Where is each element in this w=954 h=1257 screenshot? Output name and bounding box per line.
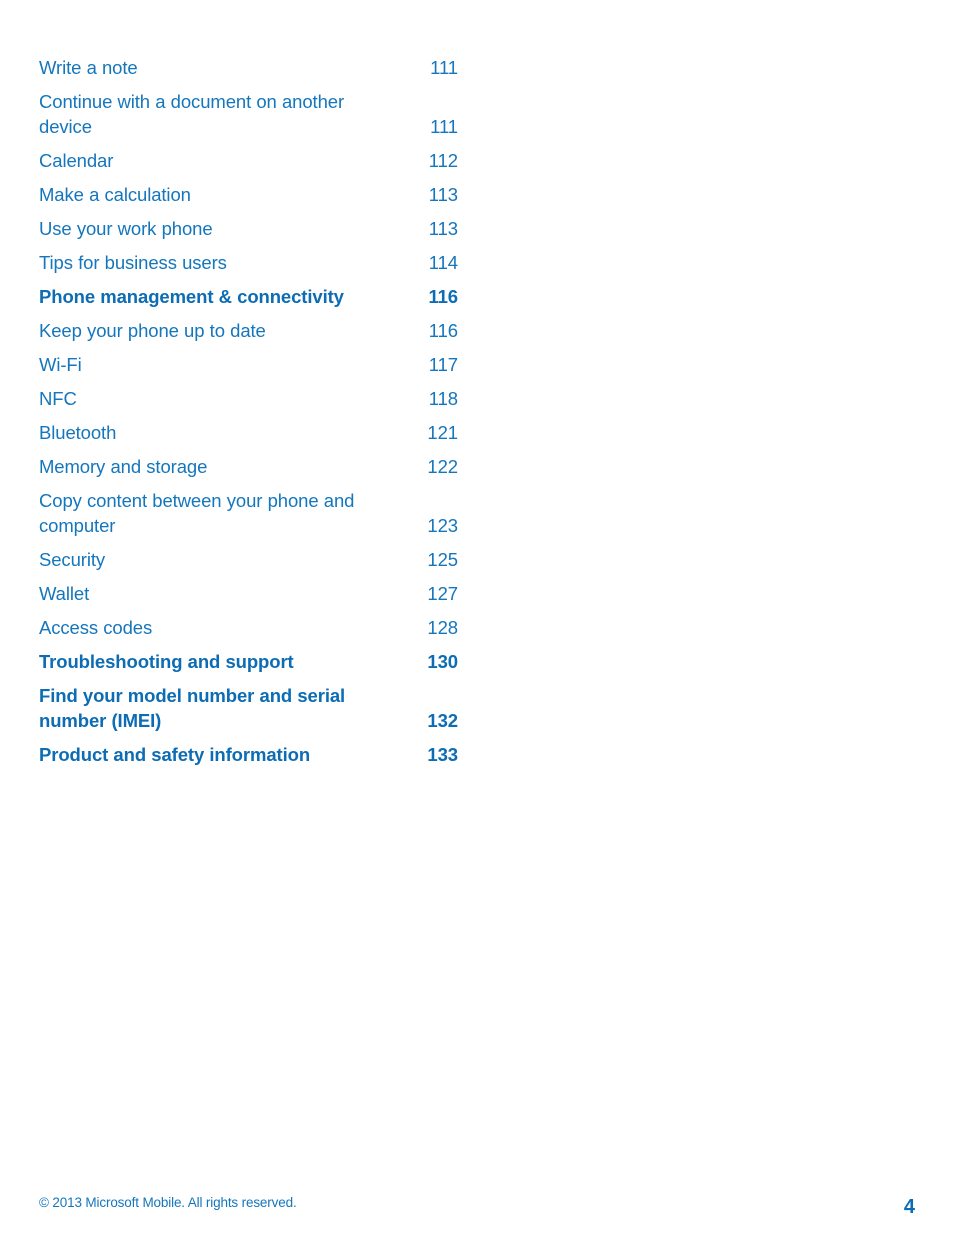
- toc-entry-title: Security: [39, 549, 106, 570]
- toc-entry-title: Wallet: [39, 583, 90, 604]
- toc-entry-title: Copy content between your phone and comp…: [39, 490, 355, 536]
- toc-entry[interactable]: Wallet 127: [39, 581, 458, 606]
- toc-entry-page-number: 116: [428, 320, 458, 341]
- toc-entry[interactable]: Keep your phone up to date 116: [39, 318, 458, 343]
- toc-entry[interactable]: Continue with a document on another devi…: [39, 89, 458, 139]
- toc-entry[interactable]: Security 125: [39, 547, 458, 572]
- toc-entry[interactable]: Bluetooth 121: [39, 420, 458, 445]
- toc-entry-page-number: 130: [427, 651, 458, 672]
- page-number: 4: [903, 1196, 915, 1218]
- table-of-contents: Write a note 111 Continue with a document …: [39, 55, 458, 776]
- toc-entry-title: Tips for business users: [39, 252, 227, 273]
- toc-entry[interactable]: Wi-Fi 117: [39, 352, 458, 377]
- toc-entry[interactable]: Access codes 128: [39, 615, 458, 640]
- toc-entry-title: Find your model number and serial number…: [39, 685, 346, 731]
- toc-entry-title: Bluetooth: [39, 422, 117, 443]
- toc-entry[interactable]: Tips for business users 114: [39, 250, 458, 275]
- toc-entry[interactable]: NFC 118: [39, 386, 458, 411]
- toc-entry[interactable]: Find your model number and serial number…: [39, 683, 458, 733]
- toc-entry-page-number: 123: [427, 515, 458, 536]
- toc-entry[interactable]: Memory and storage 122: [39, 454, 458, 479]
- toc-entry[interactable]: Product and safety information 133: [39, 742, 458, 767]
- toc-entry[interactable]: Write a note 111: [39, 55, 458, 80]
- page-footer: © 2013 Microsoft Mobile. All rights rese…: [39, 1191, 915, 1217]
- toc-entry-page-number: 132: [427, 710, 458, 731]
- toc-entry-title: Write a note: [39, 57, 138, 78]
- toc-entry[interactable]: Troubleshooting and support 130: [39, 649, 458, 674]
- toc-entry-title: Wi-Fi: [39, 354, 82, 375]
- toc-entry-title: Access codes: [39, 617, 153, 638]
- toc-entry-title: Phone management & connectivity: [39, 286, 344, 307]
- toc-entry[interactable]: Copy content between your phone and comp…: [39, 488, 458, 538]
- toc-entry-page-number: 116: [428, 286, 458, 307]
- toc-entry-title: Use your work phone: [39, 218, 213, 239]
- toc-entry-page-number: 117: [428, 354, 458, 375]
- toc-entry[interactable]: Calendar 112: [39, 148, 458, 173]
- toc-entry-title: Memory and storage: [39, 456, 208, 477]
- toc-entry-title: Troubleshooting and support: [39, 651, 294, 672]
- toc-entry-page-number: 114: [428, 252, 458, 273]
- toc-entry-title: Product and safety information: [39, 744, 311, 765]
- toc-entry-page-number: 121: [427, 422, 458, 443]
- toc-entry-title: Make a calculation: [39, 184, 191, 205]
- copyright-notice: © 2013 Microsoft Mobile. All rights rese…: [39, 1195, 297, 1210]
- toc-entry-page-number: 133: [427, 744, 458, 765]
- toc-entry-page-number: 118: [428, 388, 458, 409]
- toc-entry-page-number: 113: [428, 184, 458, 205]
- toc-entry-page-number: 111: [430, 116, 458, 137]
- toc-entry-title: Keep your phone up to date: [39, 320, 266, 341]
- toc-entry-page-number: 112: [428, 150, 458, 171]
- toc-entry-title: Continue with a document on another devi…: [39, 91, 345, 137]
- toc-entry[interactable]: Make a calculation 113: [39, 182, 458, 207]
- toc-entry-page-number: 122: [427, 456, 458, 477]
- toc-entry[interactable]: Phone management & connectivity 116: [39, 284, 458, 309]
- document-page: Write a note 111 Continue with a document …: [0, 0, 954, 1257]
- toc-entry-page-number: 127: [427, 583, 458, 604]
- toc-entry[interactable]: Use your work phone 113: [39, 216, 458, 241]
- toc-entry-page-number: 128: [427, 617, 458, 638]
- toc-entry-page-number: 113: [428, 218, 458, 239]
- toc-entry-title: NFC: [39, 388, 77, 409]
- toc-entry-title: Calendar: [39, 150, 114, 171]
- toc-entry-page-number: 111: [430, 57, 458, 78]
- toc-entry-page-number: 125: [427, 549, 458, 570]
